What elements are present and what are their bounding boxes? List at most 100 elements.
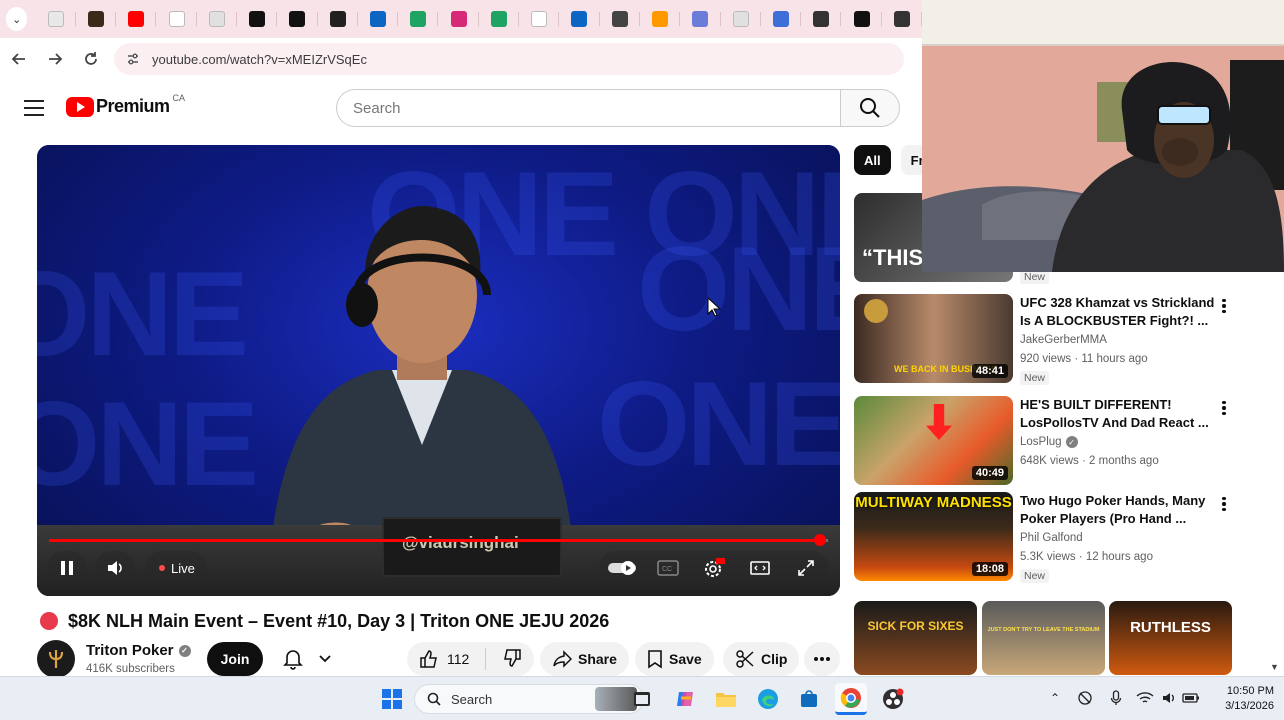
fullscreen-button[interactable] [786,551,826,585]
browser-tab[interactable] [841,0,883,38]
taskbar-app-terminal[interactable] [626,683,658,715]
video-player[interactable]: ONE ONE ONE ONE ONE ONE ON @viaursinghai [37,145,840,596]
clip-button[interactable]: Clip [723,642,800,676]
channel-avatar[interactable] [37,640,75,678]
pause-icon [61,561,73,575]
tray-network-off-icon[interactable] [1076,689,1094,707]
recommendation-item[interactable]: WE BACK IN BUSINESS 48:41 UFC 328 Khamza… [854,294,1234,385]
settings-button[interactable] [694,551,734,585]
more-vertical-icon[interactable] [1216,494,1232,514]
generic-circle-icon [732,11,749,27]
share-button[interactable]: Share [540,642,629,676]
video-thumbnail[interactable]: MULTIWAY MADNESS 18:08 [854,492,1013,581]
browser-tab[interactable] [197,0,238,38]
browser-tab[interactable] [237,0,278,38]
tray-overflow-chevron-icon[interactable]: ⌃ [1046,689,1064,707]
browser-tab[interactable] [761,0,802,38]
video-thumbnail[interactable]: WE BACK IN BUSINESS 48:41 [854,294,1013,383]
live-indicator[interactable]: Live [145,551,207,585]
channel-name[interactable]: JakeGerberMMA [1020,334,1107,346]
autoplay-toggle[interactable] [602,551,642,585]
short-thumbnail[interactable]: JUST DON'T TRY TO LEAVE THE STADIUM [982,601,1105,675]
webcam-feed [922,0,1284,272]
browser-tab[interactable] [640,0,681,38]
progress-bar[interactable] [49,534,828,546]
tray-microphone-icon[interactable] [1107,689,1125,707]
bell-icon [282,650,303,670]
taskbar-app-file-explorer[interactable] [710,683,742,715]
theater-mode-button[interactable] [740,551,780,585]
video-title-link[interactable]: HE'S BUILT DIFFERENT! LosPollosTV And Da… [1020,396,1220,432]
browser-tab[interactable] [479,0,520,38]
recommendation-item[interactable]: MULTIWAY MADNESS 18:08 Two Hugo Poker Ha… [854,492,1234,583]
browser-tab[interactable] [116,0,157,38]
tab-search-dropdown-icon[interactable]: ⌄ [6,7,28,31]
youtube-icon [128,11,145,27]
dislike-button[interactable] [502,648,522,671]
youtube-premium-logo[interactable]: Premium CA [66,93,185,117]
tray-speaker-icon[interactable] [1160,689,1178,707]
short-thumbnail[interactable]: SICK FOR SIXES [854,601,977,675]
browser-tab[interactable] [721,0,762,38]
browser-tab[interactable] [358,0,399,38]
title-line: UFC 328 Khamzat vs Strickland [1020,295,1215,310]
volume-button[interactable] [95,551,135,585]
join-button[interactable]: Join [207,642,263,676]
browser-tab[interactable] [559,0,600,38]
channel-name[interactable]: LosPlug ✓ [1020,436,1078,448]
more-vertical-icon[interactable] [1216,398,1232,418]
search-button[interactable] [840,89,900,127]
browser-tab[interactable] [277,0,318,38]
more-actions-button[interactable] [804,642,840,676]
site-info-icon[interactable] [124,50,142,68]
channel-name[interactable]: Phil Galfond [1020,532,1083,544]
like-button[interactable]: 112 [419,649,469,669]
forward-icon[interactable] [38,42,72,76]
scroll-down-arrow-icon[interactable]: ▼ [1270,662,1279,672]
back-icon[interactable] [2,42,36,76]
tray-wifi-icon[interactable] [1136,689,1154,707]
video-thumbnail[interactable]: 40:49 [854,396,1013,485]
chip-all[interactable]: All [854,145,891,175]
tray-clock[interactable]: 10:50 PM 3/13/2026 [1210,684,1274,714]
pause-button[interactable] [47,551,87,585]
browser-toolbar: youtube.com/watch?v=xMEIZrVSqEc [0,38,922,80]
browser-tab[interactable] [519,0,560,38]
notifications-button[interactable] [275,642,339,676]
reload-icon[interactable] [74,42,108,76]
browser-tab[interactable] [600,0,641,38]
more-vertical-icon[interactable] [1216,296,1232,316]
save-button[interactable]: Save [635,642,714,676]
taskbar-app-store[interactable] [793,683,825,715]
tray-battery-icon[interactable] [1182,689,1200,707]
taskbar-app-edge[interactable] [752,683,784,715]
divider [485,648,487,670]
browser-tab[interactable] [156,0,197,38]
browser-tab[interactable] [76,0,117,38]
channel-name-link[interactable]: Triton Poker ✓ [86,642,191,659]
bookmark-icon [648,650,662,669]
arrow-graphic [926,404,952,440]
captions-button[interactable]: CC [648,551,688,585]
taskbar-app-copilot[interactable] [669,683,701,715]
browser-tab[interactable] [680,0,721,38]
menu-icon[interactable] [22,97,46,119]
browser-tab[interactable] [882,0,923,38]
browser-tab[interactable] [398,0,439,38]
short-text: RUTHLESS [1130,619,1211,636]
browser-tab[interactable] [438,0,480,38]
browser-tab[interactable] [801,0,842,38]
video-title-link[interactable]: Two Hugo Poker Hands, Many Poker Players… [1020,492,1220,528]
taskbar-search[interactable]: Search [414,684,644,714]
short-thumbnail[interactable]: RUTHLESS [1109,601,1232,675]
taskbar-app-chrome[interactable] [835,683,867,715]
progress-fill [49,539,821,542]
browser-tab[interactable] [35,0,77,38]
recommendation-item[interactable]: 40:49 HE'S BUILT DIFFERENT! LosPollosTV … [854,396,1234,486]
address-bar[interactable]: youtube.com/watch?v=xMEIZrVSqEc [114,43,904,75]
browser-tab[interactable] [318,0,359,38]
start-button[interactable] [376,683,408,715]
video-title-link[interactable]: UFC 328 Khamzat vs Strickland Is A BLOCK… [1020,294,1220,330]
taskbar-app-obs[interactable] [877,683,909,715]
search-input[interactable] [336,89,840,127]
